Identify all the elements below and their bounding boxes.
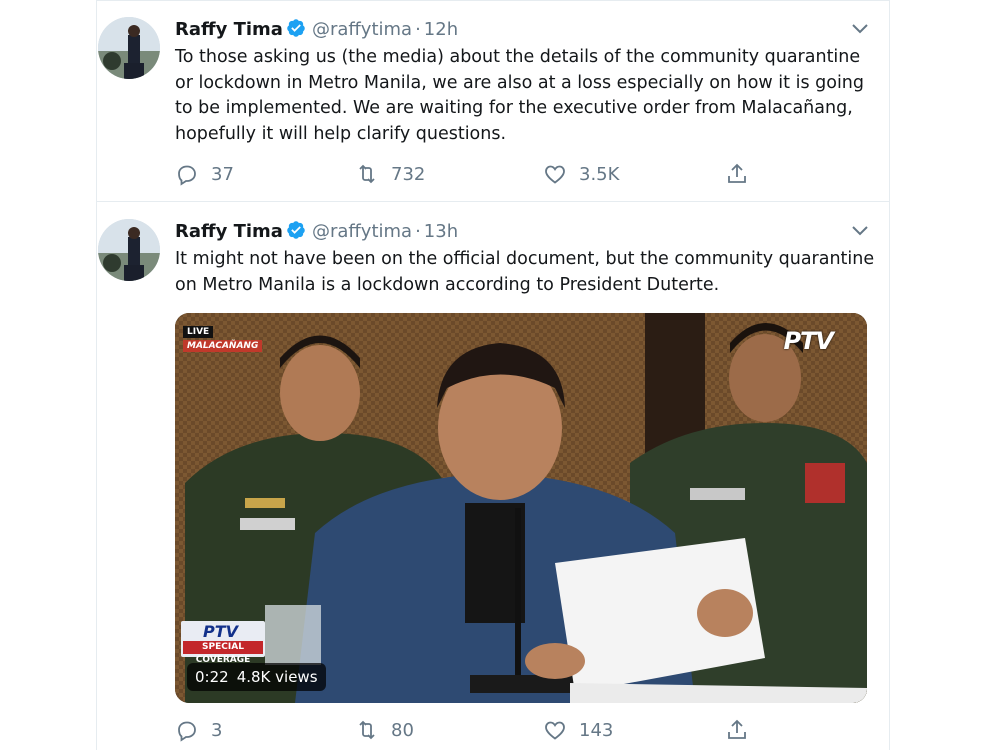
share-icon xyxy=(728,719,746,739)
channel-logo: PTV xyxy=(783,327,834,355)
heart-icon xyxy=(545,165,565,184)
retweet-icon xyxy=(359,164,375,184)
heart-icon xyxy=(545,721,565,740)
like-count: 3.5K xyxy=(579,163,620,185)
reply-icon xyxy=(178,165,196,186)
reply-count: 3 xyxy=(211,719,223,741)
special-coverage-logo: PTV SPECIAL COVERAGE xyxy=(181,621,265,665)
display-name[interactable]: Raffy Tima xyxy=(175,19,283,40)
avatar[interactable] xyxy=(98,17,160,79)
like-count: 143 xyxy=(579,719,614,741)
video-frame xyxy=(175,313,867,703)
separator-dot: · xyxy=(415,19,421,40)
retweet-button[interactable]: 80 xyxy=(355,716,414,744)
user-handle[interactable]: @raffytima xyxy=(312,19,412,40)
chevron-down-icon[interactable] xyxy=(851,20,869,34)
avatar-image xyxy=(98,17,160,79)
reply-button[interactable]: 37 xyxy=(175,160,234,188)
separator-dot: · xyxy=(415,221,421,242)
chevron-down-icon[interactable] xyxy=(851,222,869,236)
verified-badge-icon xyxy=(286,220,306,249)
tweet-text: It might not have been on the official d… xyxy=(175,249,875,295)
live-badge: LIVE MALACAÑANG xyxy=(183,319,263,352)
timeline: Raffy Tima @raffytima · 12h To those asking… xyxy=(96,0,890,750)
overlay-logo: PTV xyxy=(203,622,239,641)
reply-icon xyxy=(178,721,196,742)
video-views: 4.8K views xyxy=(236,668,318,686)
video-duration: 0:22 xyxy=(195,668,229,686)
like-button[interactable]: 3.5K xyxy=(543,160,619,188)
avatar[interactable] xyxy=(98,219,160,281)
verified-badge-icon xyxy=(286,18,306,47)
live-label: LIVE xyxy=(183,326,214,338)
share-button[interactable] xyxy=(725,160,749,188)
tweet-header: Raffy Tima @raffytima · 13h xyxy=(175,218,458,246)
retweet-count: 80 xyxy=(391,719,414,741)
retweet-button[interactable]: 732 xyxy=(355,160,425,188)
tweet-actions: 3 80 143 xyxy=(175,716,775,744)
like-button[interactable]: 143 xyxy=(543,716,613,744)
tweet-header: Raffy Tima @raffytima · 12h xyxy=(175,16,458,44)
tweet[interactable]: Raffy Tima @raffytima · 12h To those asking… xyxy=(97,0,889,202)
video-player[interactable]: LIVE MALACAÑANG PTV PTV SPECIAL COVERAGE… xyxy=(175,313,867,703)
location-label: MALACAÑANG xyxy=(183,340,263,352)
display-name[interactable]: Raffy Tima xyxy=(175,221,283,242)
reply-button[interactable]: 3 xyxy=(175,716,222,744)
overlay-caption: SPECIAL COVERAGE xyxy=(183,641,263,665)
timestamp[interactable]: 13h xyxy=(424,221,458,242)
share-button[interactable] xyxy=(725,716,749,744)
tweet-actions: 37 732 3.5K xyxy=(175,160,775,188)
retweet-icon xyxy=(359,720,375,740)
avatar-image xyxy=(98,219,160,281)
retweet-count: 732 xyxy=(391,163,426,185)
timestamp[interactable]: 12h xyxy=(424,19,458,40)
tweet-text: To those asking us (the media) about the… xyxy=(175,47,865,144)
share-icon xyxy=(728,163,746,183)
reply-count: 37 xyxy=(211,163,234,185)
user-handle[interactable]: @raffytima xyxy=(312,221,412,242)
tweet[interactable]: Raffy Tima @raffytima · 13h It might not ha… xyxy=(97,202,889,750)
video-info-badge: 0:22 4.8K views xyxy=(187,663,326,691)
